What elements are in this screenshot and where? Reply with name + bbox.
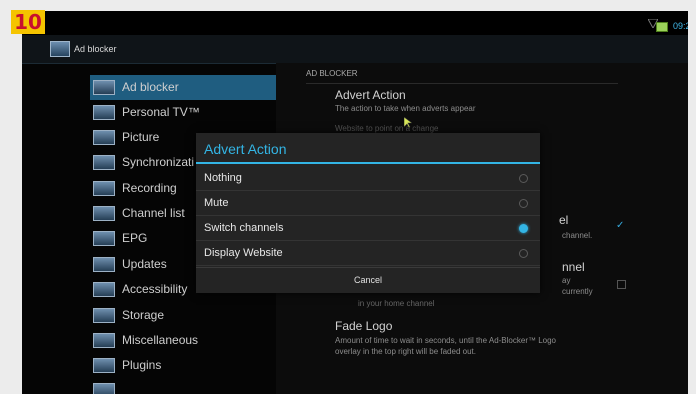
sidebar-item-label: Ad blocker [122,80,179,94]
action-bar: Ad blocker [22,35,688,64]
sidebar-item-label: Miscellaneous [122,333,199,347]
sidebar-item-miscellaneous[interactable]: Miscellaneous [90,328,276,353]
device-screen: 09:28 Ad blocker Ad blocker Personal TV™… [22,11,688,394]
pref-title-tail: el [559,213,569,227]
sidebar-item-plugins[interactable]: Plugins [90,353,276,378]
sidebar-item-label: Recording [122,181,177,195]
notification-icon[interactable] [656,22,668,32]
option-mute[interactable]: Mute [196,191,540,216]
tv-icon [93,80,115,95]
pref-summary-tail: ay [562,276,571,285]
option-label: Switch channels [204,222,284,234]
tv-icon [93,358,115,373]
pref-title-tail: nnel [562,260,585,274]
tv-icon [93,231,115,246]
check-icon[interactable]: ✓ [616,220,624,231]
dialog-title: Advert Action [196,133,540,164]
sidebar-item-label: Synchronizati [122,155,195,169]
sidebar-item-label: Storage [122,308,165,322]
pref-title: Advert Action [335,88,406,102]
tv-icon [93,155,115,170]
pref-summary: overlay in the top right will be faded o… [335,347,476,356]
sidebar-item-label: Personal TV™ [122,105,200,119]
advert-action-dialog: Advert Action Nothing Mute Switch channe… [196,133,540,293]
pref-summary-tail: channel. [562,231,593,240]
pref-hidden-partial: Website to point on a change [335,124,439,133]
cancel-button[interactable]: Cancel [196,267,540,294]
option-nothing[interactable]: Nothing [196,166,540,191]
dialog-title-text: Advert Action [204,141,287,157]
option-label: Display Website [204,247,283,259]
app-title: Ad blocker [74,44,117,54]
tv-icon [93,333,115,348]
sidebar-item-label: Channel list [122,206,185,220]
sidebar-item-label: Accessibility [122,282,188,296]
tv-icon [93,282,115,297]
tv-icon [93,383,115,394]
radio-button[interactable] [519,199,528,208]
frame-left-border [0,0,22,394]
status-clock: 09:28 [673,21,688,31]
section-header: AD BLOCKER [306,69,618,84]
sidebar-item-ad-blocker[interactable]: Ad blocker [90,75,276,100]
mouse-cursor-icon [404,117,412,129]
sidebar-item-label: EPG [122,231,148,245]
tv-icon [93,130,115,145]
app-tv-icon[interactable] [50,41,70,57]
radio-button[interactable] [519,249,528,258]
step-number-badge: 10 [11,10,45,34]
tv-icon [93,181,115,196]
pref-summary-tail: currently [562,287,593,296]
sidebar-item-storage[interactable]: Storage [90,303,276,328]
pref-summary-tail: in your home channel [358,299,435,308]
frame-right-border [688,0,696,394]
frame-top-border [0,0,696,11]
tv-icon [93,206,115,221]
sidebar-item-label: Plugins [122,358,162,372]
sidebar-item-partial[interactable] [90,378,276,394]
tv-icon [93,308,115,323]
checkbox[interactable] [617,280,626,289]
option-display-website[interactable]: Display Website [196,241,540,266]
pref-title: Fade Logo [335,319,393,333]
radio-button[interactable] [519,174,528,183]
pref-summary: Amount of time to wait in seconds, until… [335,336,557,345]
radio-button-selected[interactable] [519,224,528,233]
sidebar-item-label: Picture [122,130,160,144]
status-bar: 09:28 [22,11,688,35]
tv-icon [93,257,115,272]
sidebar-item-label: Updates [122,257,167,271]
option-switch-channels[interactable]: Switch channels [196,216,540,241]
option-label: Mute [204,197,229,209]
option-label: Nothing [204,172,242,184]
sidebar-item-personal-tv[interactable]: Personal TV™ [90,100,276,125]
tv-icon [93,105,115,120]
pref-summary: The action to take when adverts appear [335,104,476,113]
